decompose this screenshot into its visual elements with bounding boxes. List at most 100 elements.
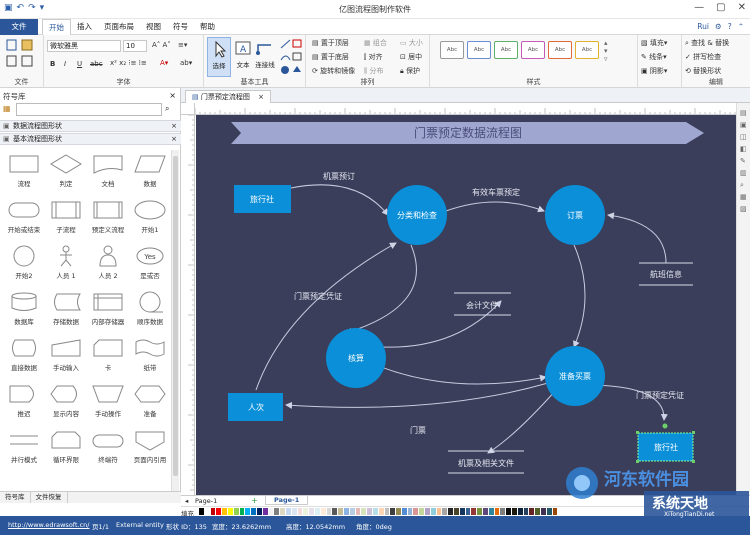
shape-item[interactable]: 终端符 bbox=[88, 426, 128, 474]
style-sample-5[interactable]: Abc bbox=[548, 41, 572, 59]
library-search-input[interactable] bbox=[16, 103, 162, 116]
distribute-button[interactable]: ⫼ 分布 bbox=[364, 66, 383, 76]
highlight-icon[interactable]: ab▾ bbox=[180, 59, 192, 67]
shape-item[interactable]: 推迟 bbox=[4, 380, 44, 428]
rotate-handle[interactable] bbox=[662, 423, 668, 429]
shape-item[interactable]: 顺序数据 bbox=[130, 288, 170, 336]
settings-icon[interactable]: ⚙ bbox=[715, 22, 722, 31]
shape-item[interactable]: 人员 1 bbox=[46, 242, 86, 290]
shape-item[interactable]: 显示内容 bbox=[46, 380, 86, 428]
library-icon[interactable]: ▦ bbox=[3, 104, 11, 113]
align-button[interactable]: ⫿ 对齐 bbox=[364, 52, 382, 62]
shape-item[interactable]: 并行模式 bbox=[4, 426, 44, 474]
shape-item[interactable]: 页面内引用 bbox=[130, 426, 170, 474]
strike-button[interactable]: abc bbox=[90, 60, 103, 68]
bold-button[interactable]: B bbox=[50, 60, 55, 68]
shape-item[interactable]: 纸带 bbox=[130, 334, 170, 382]
shape-item[interactable]: 预定义流程 bbox=[88, 196, 128, 244]
edge-flight-info[interactable] bbox=[607, 212, 667, 264]
document-tab-close-icon[interactable]: × bbox=[258, 93, 264, 101]
file-menu-button[interactable]: 文件 bbox=[0, 19, 38, 35]
shape-item[interactable]: 存储数据 bbox=[46, 288, 86, 336]
user-name[interactable]: Rui bbox=[697, 22, 709, 31]
line-button[interactable]: ✎ 线条▾ bbox=[641, 52, 667, 62]
fill-button[interactable]: ▧ 填充▾ bbox=[641, 38, 667, 48]
group-button[interactable]: ▦ 组合 bbox=[364, 38, 387, 48]
connector-tool-button[interactable]: 连接线 bbox=[254, 37, 276, 77]
section-close-icon[interactable]: × bbox=[171, 134, 177, 145]
style-scroll-icon[interactable]: ▴ ▾ ▿ bbox=[604, 39, 608, 63]
clipboard-icons[interactable] bbox=[6, 39, 38, 69]
drawing-canvas[interactable]: 门票预定数据流程图 机票预订 有效车票预定 门票预定凭证 门票预定凭证 门票 旅… bbox=[196, 115, 736, 495]
font-size-select[interactable]: 10 bbox=[123, 40, 147, 52]
page-nav-icon[interactable]: ◂ bbox=[185, 497, 188, 505]
spell-check-button[interactable]: ✓ 拼写检查 bbox=[685, 52, 721, 62]
close-button[interactable]: ✕ bbox=[738, 2, 746, 13]
shape-item[interactable]: 开始1 bbox=[130, 196, 170, 244]
style-sample-4[interactable]: Abc bbox=[521, 41, 545, 59]
protect-button[interactable]: 🔒︎ 保护 bbox=[400, 66, 420, 76]
underline-button[interactable]: U bbox=[77, 60, 82, 68]
send-back-button[interactable]: ▤ 置于底层 bbox=[312, 52, 349, 62]
library-section-dfd[interactable]: ▣ 数据流程图形状 × bbox=[0, 120, 181, 132]
section-close-icon[interactable]: × bbox=[171, 121, 177, 132]
library-section-basic[interactable]: ▣ 基本流程图形状 × bbox=[0, 133, 181, 145]
bring-front-button[interactable]: ▤ 置于顶层 bbox=[312, 38, 349, 48]
store-ticket-files[interactable]: 机票及相关文件 bbox=[458, 458, 514, 468]
style-sample-1[interactable]: Abc bbox=[440, 41, 464, 59]
style-sample-3[interactable]: Abc bbox=[494, 41, 518, 59]
edge-booking[interactable] bbox=[290, 184, 389, 216]
select-tool-button[interactable]: 选择 bbox=[207, 37, 231, 77]
shape-item[interactable]: 数据库 bbox=[4, 288, 44, 336]
edge-ticket[interactable] bbox=[285, 382, 549, 409]
maximize-button[interactable]: ▢ bbox=[716, 2, 725, 13]
center-button[interactable]: ⊡ 居中 bbox=[400, 52, 422, 62]
add-page-button[interactable]: + bbox=[251, 496, 258, 505]
find-replace-button[interactable]: ⌕ 查找 & 替换 bbox=[685, 38, 729, 48]
edge-settle-prepare[interactable] bbox=[380, 366, 547, 385]
grow-font-icon[interactable]: A˄ A˅ bbox=[152, 41, 171, 49]
text-tool-button[interactable]: A 文本 bbox=[233, 37, 253, 77]
minimize-button[interactable]: — bbox=[694, 2, 704, 13]
format-icons[interactable]: x² x₂ ⁝≡ ⁞≡ bbox=[110, 59, 147, 67]
help-icon[interactable]: ? bbox=[728, 22, 732, 31]
store-flight-info[interactable]: 航班信息 bbox=[650, 269, 682, 279]
shape-item[interactable]: 循环界限 bbox=[46, 426, 86, 474]
shape-item[interactable]: 判定 bbox=[46, 150, 86, 198]
shape-item[interactable]: 手动操作 bbox=[88, 380, 128, 428]
canvas-vertical-scrollbar[interactable]: ▤ ▣ ◫ ◧ ✎ ▥ ⌕ ▦ ▨ bbox=[736, 103, 750, 495]
italic-button[interactable]: I bbox=[64, 60, 66, 68]
shape-item[interactable]: 准备 bbox=[130, 380, 170, 428]
page-tab[interactable]: Page-1 bbox=[265, 496, 309, 505]
panel-close-icon[interactable]: × bbox=[169, 91, 176, 100]
font-color-icon[interactable]: A▾ bbox=[160, 59, 168, 67]
shape-item[interactable]: 开始2 bbox=[4, 242, 44, 290]
resize-handle[interactable] bbox=[692, 431, 695, 434]
shape-tools-icons[interactable] bbox=[279, 38, 303, 76]
font-name-select[interactable]: 微软雅黑 bbox=[47, 40, 121, 52]
edge-prepare-files[interactable] bbox=[487, 389, 557, 454]
scrollbar-thumb[interactable] bbox=[173, 156, 178, 476]
side-tool-icons[interactable]: ▤ ▣ ◫ ◧ ✎ ▥ ⌕ ▦ ▨ bbox=[740, 107, 747, 215]
shape-item[interactable]: 开始或结束 bbox=[4, 196, 44, 244]
edge-classify-settle[interactable] bbox=[345, 244, 417, 335]
style-sample-6[interactable]: Abc bbox=[575, 41, 599, 59]
shape-item[interactable]: 子流程 bbox=[46, 196, 86, 244]
store-accounting-file[interactable]: 会计文件 bbox=[466, 300, 498, 310]
style-sample-2[interactable]: Abc bbox=[467, 41, 491, 59]
shape-item[interactable]: 内部存储器 bbox=[88, 288, 128, 336]
collapse-ribbon-icon[interactable]: ⌃ bbox=[738, 22, 744, 31]
edge-valid-booking[interactable] bbox=[445, 201, 545, 213]
shadow-button[interactable]: ▣ 阴影▾ bbox=[641, 66, 667, 76]
document-tab[interactable]: ▤ 门票预定流程图 × bbox=[185, 90, 271, 103]
size-button[interactable]: ▭ 大小 bbox=[400, 38, 423, 48]
search-icon[interactable]: ⌕ bbox=[165, 104, 169, 114]
shape-item[interactable]: 卡 bbox=[88, 334, 128, 382]
tab-file-recovery[interactable]: 文件恢复 bbox=[31, 492, 68, 503]
website-link[interactable]: http://www.edrawsoft.cn/ bbox=[8, 521, 89, 529]
rotate-mirror-button[interactable]: ⟳ 旋转和镜像 bbox=[312, 66, 355, 76]
panel-scrollbar[interactable] bbox=[171, 150, 179, 495]
shape-item[interactable]: 直接数据 bbox=[4, 334, 44, 382]
page-select[interactable]: Page-1 bbox=[195, 497, 217, 505]
edge-book-prepare[interactable] bbox=[573, 244, 586, 348]
